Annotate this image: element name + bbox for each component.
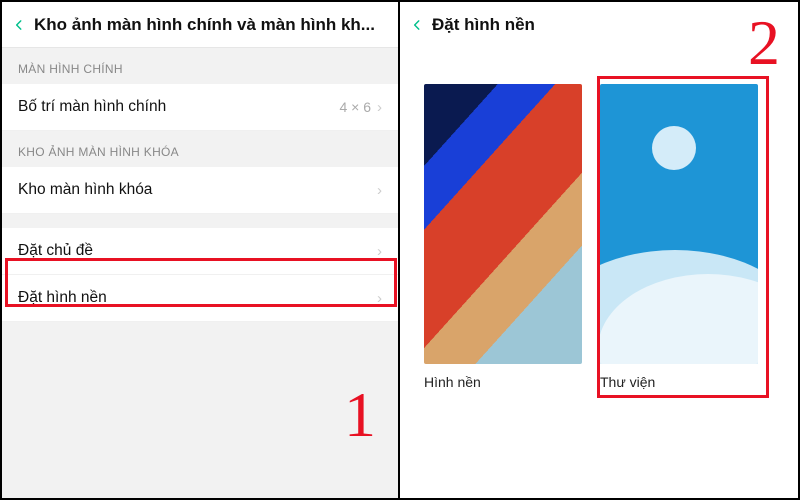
page-title: Đặt hình nền [432,15,790,35]
step-number: 2 [748,6,780,80]
section-lock-label: KHO ẢNH MÀN HÌNH KHÓA [2,131,398,167]
row-label: Đặt chủ đề [18,242,93,260]
moon-icon [652,126,696,170]
wallpaper-screen-step2: Đặt hình nền Hình nền Thư viện 2 [400,2,798,498]
row-theme[interactable]: Đặt chủ đề › [2,228,398,275]
back-icon[interactable] [10,16,28,34]
option-label: Hình nền [424,374,582,390]
row-lock-store[interactable]: Kho màn hình khóa › [2,167,398,214]
step-number: 1 [344,378,376,452]
option-gallery[interactable]: Thư viện [600,84,758,390]
chevron-right-icon: › [377,182,382,199]
settings-screen-step1: Kho ảnh màn hình chính và màn hình kh...… [2,2,400,498]
row-label: Bố trí màn hình chính [18,98,166,116]
row-value: 4 × 6 › [339,99,382,116]
option-label: Thư viện [600,374,758,390]
page-title: Kho ảnh màn hình chính và màn hình kh... [34,15,390,35]
gallery-thumb-icon [600,84,758,364]
wallpaper-options: Hình nền Thư viện [400,48,798,390]
chevron-right-icon: › [377,290,382,307]
row-label: Kho màn hình khóa [18,181,152,199]
header: Đặt hình nền [400,2,798,48]
option-wallpaper[interactable]: Hình nền [424,84,582,390]
row-label: Đặt hình nền [18,289,107,307]
row-layout[interactable]: Bố trí màn hình chính 4 × 6 › [2,84,398,131]
header: Kho ảnh màn hình chính và màn hình kh... [2,2,398,48]
chevron-right-icon: › [377,243,382,260]
row-wallpaper[interactable]: Đặt hình nền › [2,275,398,322]
chevron-right-icon: › [377,99,382,116]
section-primary-label: MÀN HÌNH CHÍNH [2,48,398,84]
default-wallpaper-thumb-icon [424,84,582,364]
back-icon[interactable] [408,16,426,34]
